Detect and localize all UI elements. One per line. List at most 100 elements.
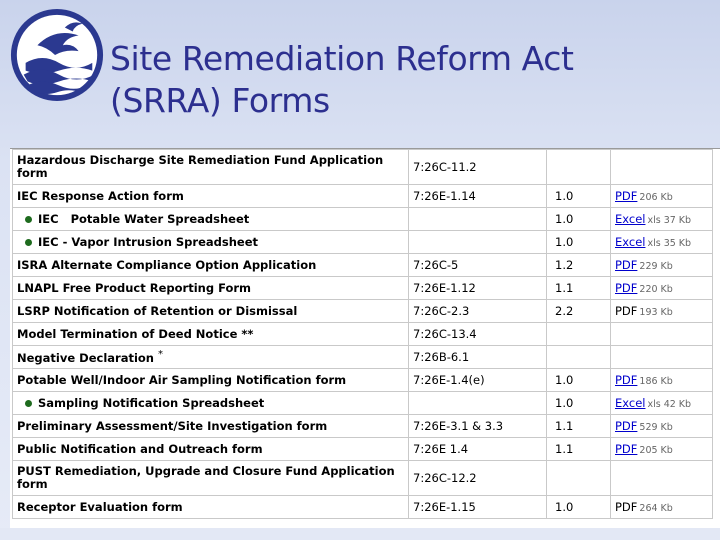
file-size: xls 37 Kb — [647, 215, 692, 226]
version-cell: 1.1 — [546, 414, 611, 438]
form-name-cell: IEC Potable Water Spreadsheet — [12, 207, 409, 231]
table-row: Sampling Notification Spreadsheet 1.0 Exce… — [12, 391, 713, 415]
download-cell — [610, 460, 713, 496]
form-name: IEC — [38, 212, 59, 226]
version-cell — [546, 460, 611, 496]
form-name-cell: Sampling Notification Spreadsheet — [12, 391, 409, 415]
rule-cell: 7:26E-1.12 — [408, 276, 547, 300]
form-name-cell: IEC - Vapor Intrusion Spreadsheet — [12, 230, 409, 254]
form-name: Receptor Evaluation form — [17, 500, 183, 514]
pdf-download-link[interactable]: PDF — [615, 258, 637, 272]
form-name-cell: ISRA Alternate Compliance Option Applica… — [12, 253, 409, 277]
form-name: LNAPL Free Product Reporting Form — [17, 281, 252, 295]
file-size: 264 Kb — [639, 503, 673, 514]
form-name: Public Notification and Outreach form — [17, 442, 263, 456]
pdf-download-link[interactable]: PDF — [615, 304, 637, 318]
title-line-1: Site Remediation Reform Act — [110, 39, 574, 78]
download-cell: PDF 220 Kb — [610, 276, 713, 300]
asterisk-note: * — [157, 349, 163, 361]
version-cell: 1.0 — [546, 184, 611, 208]
download-cell: PDF 264 Kb — [610, 495, 713, 519]
file-size: 220 Kb — [639, 284, 673, 295]
file-size: 206 Kb — [639, 192, 673, 203]
pdf-download-link[interactable]: PDF — [615, 281, 637, 295]
pdf-download-link[interactable]: PDF — [615, 442, 637, 456]
form-name-cell: LNAPL Free Product Reporting Form — [12, 276, 409, 300]
table-row: IEC Potable Water Spreadsheet 1.0 Excel xls … — [12, 207, 713, 231]
pdf-download-link[interactable]: PDF — [615, 419, 637, 433]
form-name: Potable Well/Indoor Air Sampling Notific… — [17, 373, 347, 387]
file-size: xls 35 Kb — [647, 238, 692, 249]
table-row: IEC - Vapor Intrusion Spreadsheet 1.0 Exce… — [12, 230, 713, 254]
excel-download-link[interactable]: Excel — [615, 212, 645, 226]
form-name: ISRA Alternate Compliance Option Applica… — [17, 258, 317, 272]
version-cell: 1.0 — [546, 207, 611, 231]
file-size: 229 Kb — [639, 261, 673, 272]
download-cell — [610, 149, 713, 185]
file-size: 186 Kb — [639, 376, 673, 387]
rule-cell — [408, 207, 547, 231]
download-cell — [610, 345, 713, 369]
form-name: LSRP Notification of Retention or Dismis… — [17, 304, 298, 318]
version-cell — [546, 345, 611, 369]
rule-cell: 7:26C-11.2 — [408, 149, 547, 185]
form-name: PUST Remediation, Upgrade and Closure Fu… — [17, 464, 395, 491]
excel-download-link[interactable]: Excel — [615, 235, 645, 249]
rule-cell: 7:26C-2.3 — [408, 299, 547, 323]
table-row: Potable Well/Indoor Air Sampling Notific… — [12, 368, 713, 392]
forms-table-panel: Hazardous Discharge Site Remediation Fun… — [10, 148, 720, 529]
download-cell: Excel xls 42 Kb — [610, 391, 713, 415]
form-name-cell: PUST Remediation, Upgrade and Closure Fu… — [12, 460, 409, 496]
form-name-cell: LSRP Notification of Retention or Dismis… — [12, 299, 409, 323]
version-cell: 1.2 — [546, 253, 611, 277]
rule-cell: 7:26E-3.1 & 3.3 — [408, 414, 547, 438]
version-cell: 1.1 — [546, 437, 611, 461]
form-name: Sampling Notification Spreadsheet — [38, 396, 265, 410]
pdf-download-link[interactable]: PDF — [615, 189, 637, 203]
version-cell: 1.0 — [546, 368, 611, 392]
form-name-cell: Potable Well/Indoor Air Sampling Notific… — [12, 368, 409, 392]
rule-cell — [408, 391, 547, 415]
form-name-cell: Hazardous Discharge Site Remediation Fun… — [12, 149, 409, 185]
form-name-cell: Model Termination of Deed Notice ** — [12, 322, 409, 346]
version-cell: 2.2 — [546, 299, 611, 323]
form-name-cell: Preliminary Assessment/Site Investigatio… — [12, 414, 409, 438]
excel-download-link[interactable]: Excel — [615, 396, 645, 410]
table-row: Hazardous Discharge Site Remediation Fun… — [12, 149, 713, 185]
form-name: IEC Response Action form — [17, 189, 184, 203]
rule-cell: 7:26C-12.2 — [408, 460, 547, 496]
rule-cell: 7:26C-5 — [408, 253, 547, 277]
download-cell: PDF 193 Kb — [610, 299, 713, 323]
table-row: IEC Response Action form 7:26E-1.14 1.0 PDF… — [12, 184, 713, 208]
bottom-band — [0, 528, 720, 540]
bullet-icon — [25, 239, 32, 246]
form-name: Preliminary Assessment/Site Investigatio… — [17, 419, 328, 433]
form-name-cell: Public Notification and Outreach form — [12, 437, 409, 461]
form-name: Hazardous Discharge Site Remediation Fun… — [17, 153, 384, 180]
table-row: Preliminary Assessment/Site Investigatio… — [12, 414, 713, 438]
download-cell: Excel xls 35 Kb — [610, 230, 713, 254]
download-cell: PDF 206 Kb — [610, 184, 713, 208]
nj-dep-seal-icon — [10, 8, 104, 102]
rule-cell: 7:26E 1.4 — [408, 437, 547, 461]
download-cell: PDF 229 Kb — [610, 253, 713, 277]
table-row: Receptor Evaluation form 7:26E-1.15 1.0 PDF… — [12, 495, 713, 519]
table-row: PUST Remediation, Upgrade and Closure Fu… — [12, 460, 713, 496]
pdf-download-link[interactable]: PDF — [615, 500, 637, 514]
form-name-cell: Negative Declaration * — [12, 345, 409, 369]
pdf-download-link[interactable]: PDF — [615, 373, 637, 387]
download-cell: PDF 205 Kb — [610, 437, 713, 461]
title-line-2: (SRRA) Forms — [110, 81, 330, 120]
form-name-cell: Receptor Evaluation form — [12, 495, 409, 519]
table-row: Model Termination of Deed Notice ** 7:26C… — [12, 322, 713, 346]
form-name: Negative Declaration — [17, 350, 154, 365]
file-size: 529 Kb — [639, 422, 673, 433]
table-row: ISRA Alternate Compliance Option Applica… — [12, 253, 713, 277]
form-name-secondary: Potable Water Spreadsheet — [70, 212, 250, 226]
table-row: LNAPL Free Product Reporting Form 7:26E-1… — [12, 276, 713, 300]
rule-cell: 7:26E-1.14 — [408, 184, 547, 208]
rule-cell: 7:26C-13.4 — [408, 322, 547, 346]
form-name-cell: IEC Response Action form — [12, 184, 409, 208]
file-size: 205 Kb — [639, 445, 673, 456]
version-cell: 1.0 — [546, 391, 611, 415]
